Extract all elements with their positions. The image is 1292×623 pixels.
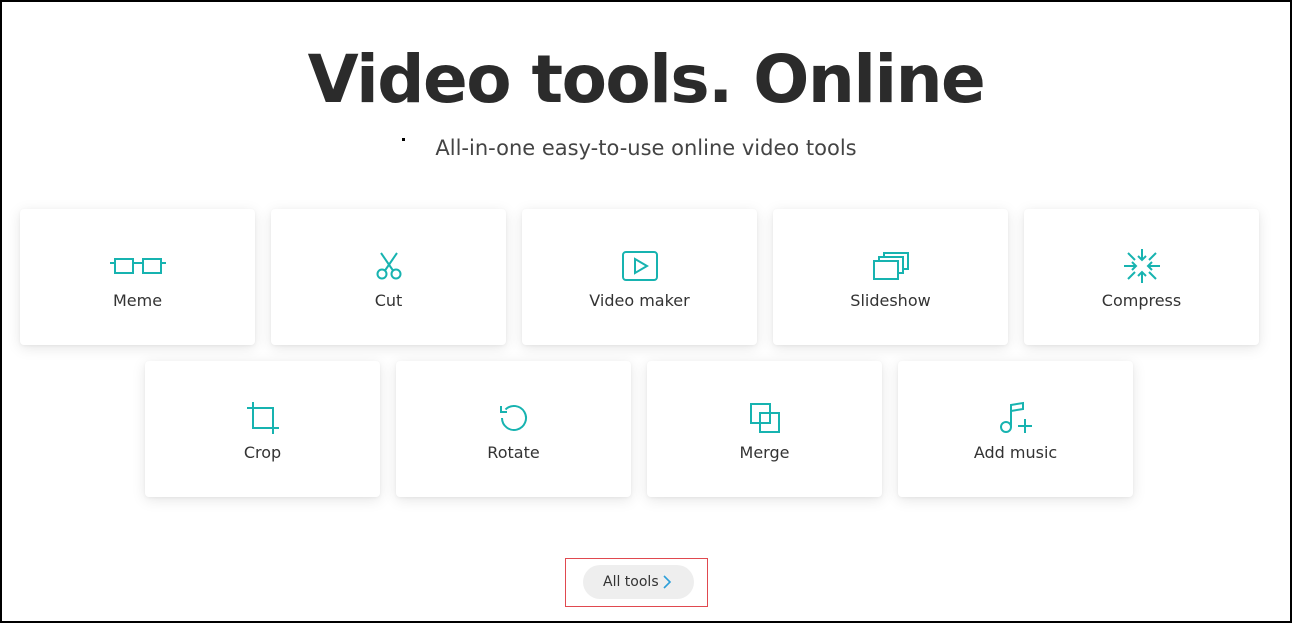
tool-card-rotate[interactable]: Rotate — [396, 361, 631, 497]
tool-label: Video maker — [589, 291, 690, 310]
tool-label: Add music — [973, 443, 1058, 462]
tools-row-2: Crop Rotate Merge Add music — [145, 361, 1133, 497]
page-title: Video tools. Online — [307, 41, 986, 118]
tool-label: Cut — [374, 291, 403, 310]
tool-card-compress[interactable]: Compress — [1024, 209, 1259, 345]
tool-label: Compress — [1101, 291, 1182, 310]
all-tools-button[interactable]: All tools — [583, 565, 694, 599]
stacked-frames-icon — [861, 249, 921, 283]
glasses-icon — [108, 249, 168, 283]
tool-card-cut[interactable]: Cut — [271, 209, 506, 345]
compress-arrows-icon — [1112, 249, 1172, 283]
tool-label: Meme — [112, 291, 163, 310]
music-add-icon — [986, 401, 1046, 435]
tool-label: Merge — [739, 443, 790, 462]
tool-card-video-maker[interactable]: Video maker — [522, 209, 757, 345]
all-tools-highlight: All tools — [565, 558, 708, 607]
tools-row-1: Meme Cut Video maker Slideshow Compress — [20, 209, 1259, 345]
play-icon — [610, 249, 670, 283]
tool-card-meme[interactable]: Meme — [20, 209, 255, 345]
all-tools-label: All tools — [603, 574, 659, 590]
page-subtitle: All-in-one easy-to-use online video tool… — [435, 136, 857, 160]
scissors-icon — [359, 249, 419, 283]
tool-label: Rotate — [487, 443, 540, 462]
tool-card-merge[interactable]: Merge — [647, 361, 882, 497]
rotate-icon — [484, 401, 544, 435]
chevron-right-icon — [660, 574, 674, 590]
tool-card-slideshow[interactable]: Slideshow — [773, 209, 1008, 345]
tool-label: Slideshow — [850, 291, 931, 310]
merge-icon — [735, 401, 795, 435]
tool-card-crop[interactable]: Crop — [145, 361, 380, 497]
tool-card-add-music[interactable]: Add music — [898, 361, 1133, 497]
tool-label: Crop — [243, 443, 282, 462]
crop-icon — [233, 401, 293, 435]
